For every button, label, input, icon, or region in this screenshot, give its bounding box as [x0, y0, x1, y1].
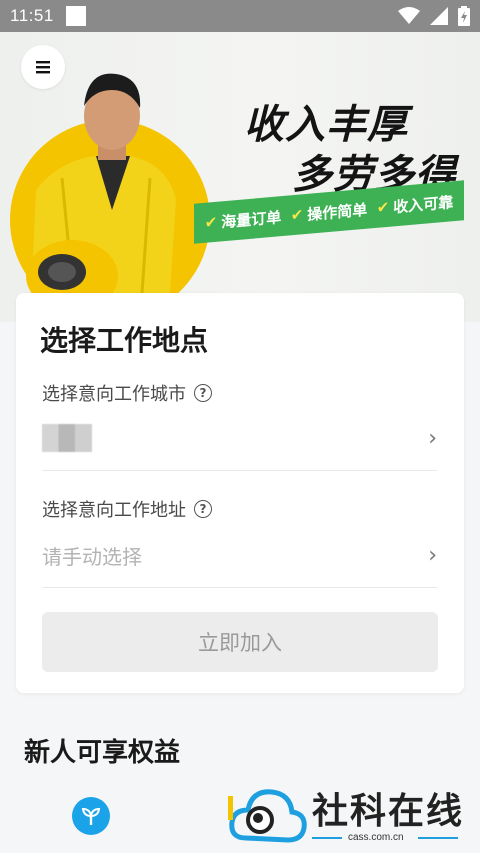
notification-icon [65, 6, 86, 26]
sprout-icon[interactable] [72, 797, 110, 835]
card-title: 选择工作地点 [40, 324, 209, 357]
help-icon[interactable]: ? [194, 384, 212, 402]
sprout-glyph [81, 807, 101, 825]
chevron-right-icon: › [428, 425, 437, 451]
battery-icon [458, 6, 470, 26]
status-icons [398, 6, 470, 26]
watermark-rule [312, 837, 342, 839]
city-value-blurred [42, 424, 92, 452]
status-time: 11:51 [10, 6, 54, 25]
help-icon[interactable]: ? [194, 500, 212, 518]
menu-icon [36, 61, 50, 74]
city-select[interactable]: › [42, 418, 437, 458]
city-label: 选择意向工作城市 ? [42, 380, 212, 406]
eye-cloud-icon [228, 789, 307, 843]
feature-tag: ✔ 操作简单 [290, 200, 368, 225]
check-icon: ✔ [376, 197, 390, 217]
work-location-card: 选择工作地点 选择意向工作城市 ? › 选择意向工作地址 ? 请手动选择 › 立… [16, 293, 464, 693]
status-bar: 11:51 [0, 0, 480, 32]
address-select[interactable]: 请手动选择 › [42, 535, 437, 575]
check-icon: ✔ [204, 212, 218, 232]
watermark-url: cass.com.cn [348, 832, 404, 843]
address-placeholder: 请手动选择 [42, 544, 142, 569]
feature-tag: ✔ 收入可靠 [376, 192, 454, 217]
join-now-button[interactable]: 立即加入 [42, 612, 438, 672]
divider [42, 587, 437, 588]
wifi-icon [398, 7, 420, 24]
watermark-rule [418, 837, 458, 839]
chevron-right-icon: › [428, 542, 437, 568]
courier-illustration [10, 73, 210, 322]
divider [42, 470, 437, 471]
signal-icon [430, 7, 448, 25]
watermark-text: 社科在线 [312, 790, 465, 832]
benefits-title: 新人可享权益 [24, 738, 181, 768]
feature-tag: ✔ 海量订单 [204, 207, 282, 232]
address-label: 选择意向工作地址 ? [42, 496, 212, 522]
menu-button[interactable] [21, 45, 65, 89]
hero-banner: 收入丰厚 多劳多得 ✔ 海量订单 ✔ 操作简单 ✔ 收入可靠 [0, 32, 480, 322]
watermark-logo: 社科在线 cass.com.cn [228, 776, 480, 853]
check-icon: ✔ [290, 205, 304, 225]
